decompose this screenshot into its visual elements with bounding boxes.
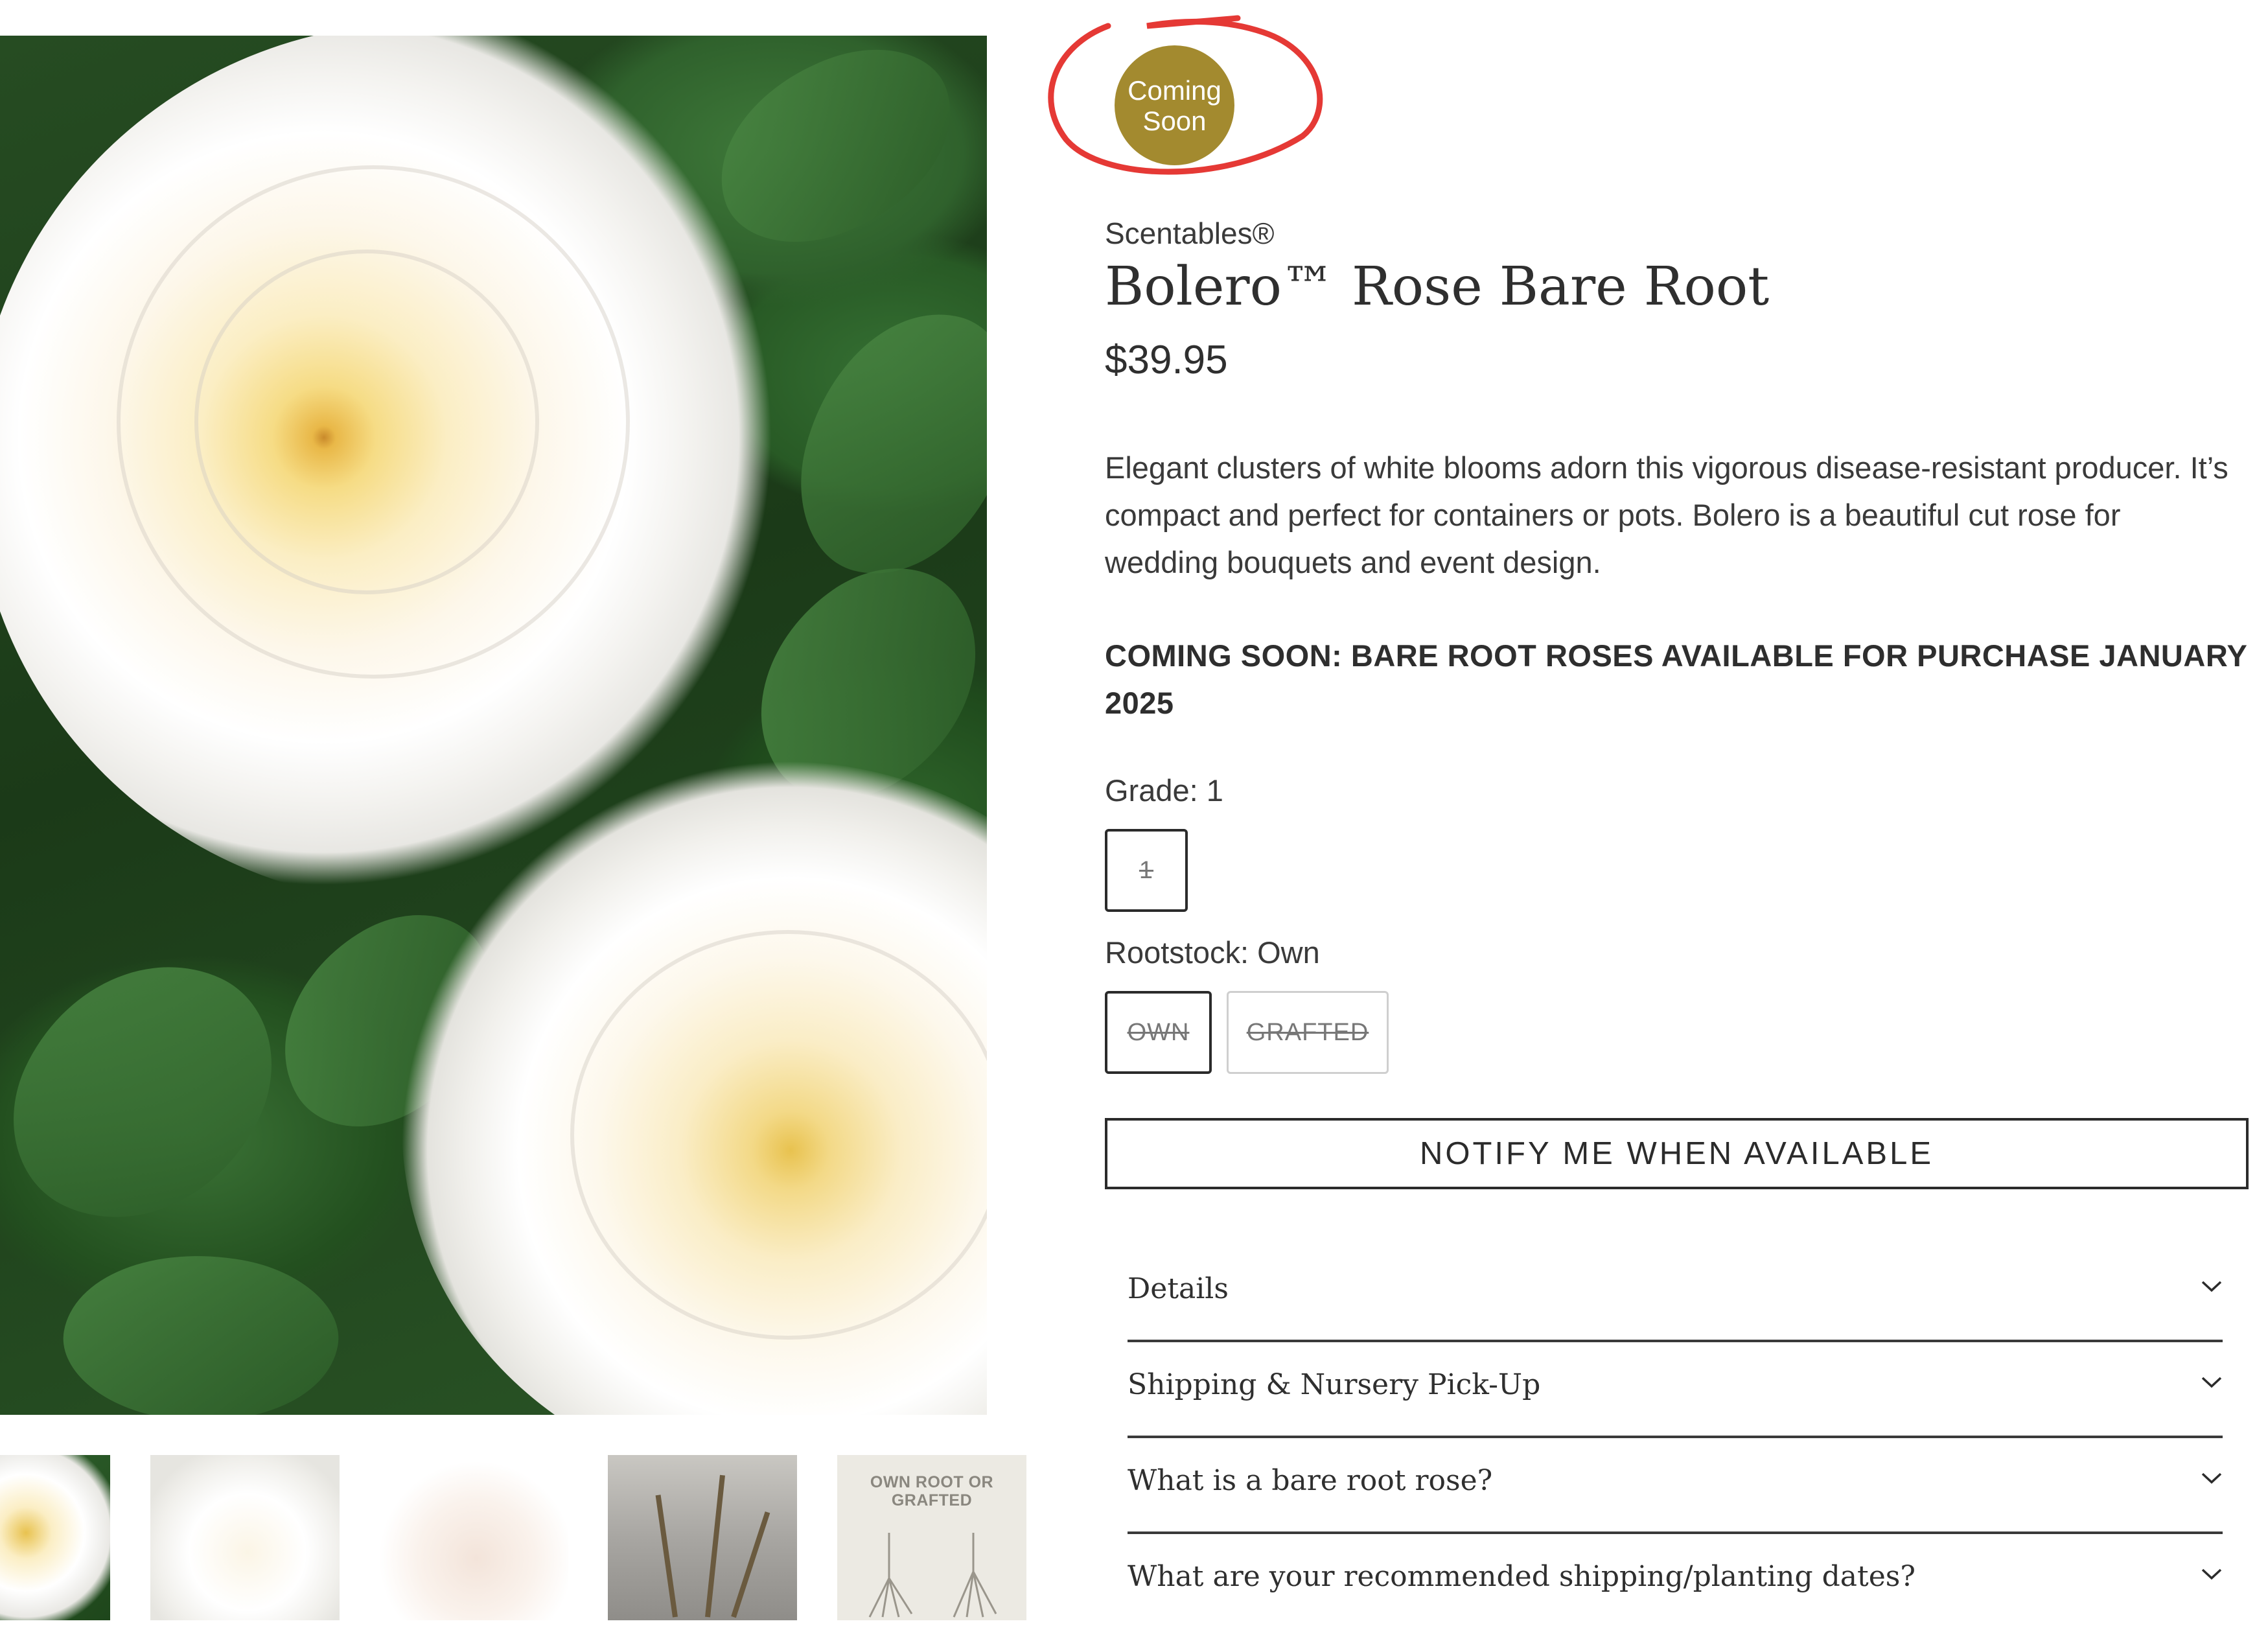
petal-ring xyxy=(570,930,987,1340)
accordion-item-dates[interactable]: What are your recommended shipping/plant… xyxy=(1128,1534,2223,1630)
thumbnail-strip: OWN ROOT OR GRAFTED xyxy=(0,1455,1037,1620)
thumbnail-4[interactable] xyxy=(608,1455,797,1620)
thumbnail-3[interactable] xyxy=(379,1455,568,1620)
availability-notice: COMING SOON: BARE ROOT ROSES AVAILABLE F… xyxy=(1105,638,2247,720)
product-description: Elegant clusters of white blooms adorn t… xyxy=(1105,450,2228,579)
rootstock-label: Rootstock: Own xyxy=(1105,935,1320,970)
accordion-label: Shipping & Nursery Pick-Up xyxy=(1128,1368,1541,1401)
coming-soon-circle: Coming Soon xyxy=(1115,45,1234,165)
chevron-down-icon xyxy=(2201,1377,2222,1388)
chevron-down-icon xyxy=(2201,1281,2222,1292)
leaf-shape xyxy=(52,1231,350,1415)
thumbnail-1[interactable] xyxy=(0,1455,110,1620)
badge-line-2: Soon xyxy=(1142,105,1207,136)
leaf-shape xyxy=(0,919,306,1265)
product-accordion: Details Shipping & Nursery Pick-Up What … xyxy=(1128,1246,2223,1630)
accordion-item-bare-root[interactable]: What is a bare root rose? xyxy=(1128,1438,2223,1534)
thumbnail-5[interactable]: OWN ROOT OR GRAFTED xyxy=(837,1455,1026,1620)
product-price: $39.95 xyxy=(1105,338,1228,382)
product-main-image[interactable] xyxy=(0,36,987,1415)
coming-soon-badge: Coming Soon xyxy=(1030,13,1328,191)
notify-me-button[interactable]: NOTIFY ME WHEN AVAILABLE xyxy=(1105,1118,2249,1189)
accordion-item-shipping[interactable]: Shipping & Nursery Pick-Up xyxy=(1128,1342,2223,1438)
chevron-down-icon xyxy=(2201,1473,2222,1484)
rootstock-option-grafted[interactable]: GRAFTED xyxy=(1227,991,1389,1074)
chevron-down-icon xyxy=(2201,1568,2222,1580)
stem-shape xyxy=(731,1511,770,1618)
grade-label: Grade: 1 xyxy=(1105,773,1223,808)
accordion-label: What is a bare root rose? xyxy=(1128,1464,1493,1497)
badge-line-1: Coming xyxy=(1128,75,1221,106)
rootstock-option-own[interactable]: OWN xyxy=(1105,991,1212,1074)
stem-shape xyxy=(655,1495,678,1618)
accordion-label: Details xyxy=(1128,1272,1229,1305)
grade-option-1[interactable]: 1 xyxy=(1105,829,1188,912)
accordion-item-details[interactable]: Details xyxy=(1128,1246,2223,1342)
root-diagram-icon xyxy=(868,1533,997,1618)
product-brand[interactable]: Scentables® xyxy=(1105,216,1275,251)
stem-shape xyxy=(705,1474,725,1618)
thumbnail-caption: OWN ROOT OR GRAFTED xyxy=(870,1473,994,1509)
petal-ring xyxy=(194,250,539,594)
product-title: Bolero™ Rose Bare Root xyxy=(1105,256,1770,318)
thumbnail-2[interactable] xyxy=(150,1455,340,1620)
accordion-label: What are your recommended shipping/plant… xyxy=(1128,1560,1915,1593)
